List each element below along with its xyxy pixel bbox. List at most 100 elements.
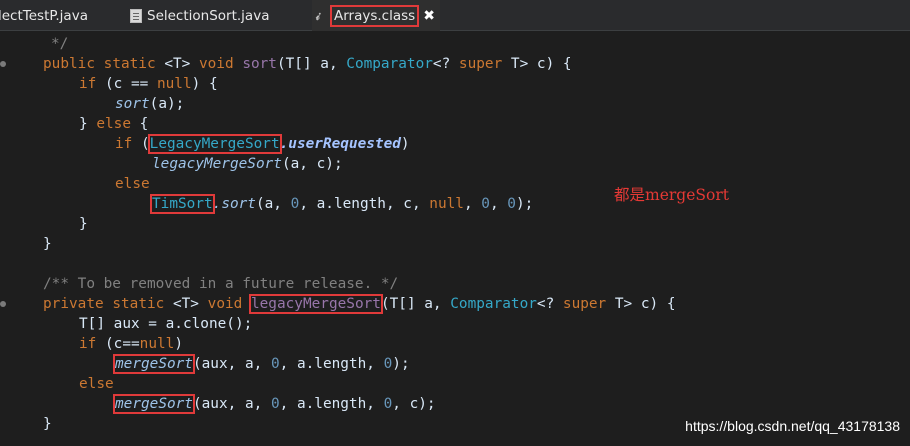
keyword: else xyxy=(96,116,131,132)
keyword: else xyxy=(79,376,114,392)
null-literal: null xyxy=(429,196,464,212)
comment-text: */ xyxy=(51,36,69,52)
number-literal: 0 xyxy=(270,396,280,412)
tab-label: Arrays.class xyxy=(329,4,420,27)
code-line: } xyxy=(79,214,88,234)
code-text: (c == xyxy=(96,76,157,92)
type-name: Comparator xyxy=(450,296,537,312)
code-line: sort(a); xyxy=(115,94,184,114)
java-file-icon xyxy=(130,8,142,23)
keyword: void xyxy=(198,56,234,72)
code-text: (T[] a, xyxy=(380,296,451,312)
highlighted-method-call: mergeSort xyxy=(113,394,195,414)
keyword: super xyxy=(562,296,607,312)
tab-arrays-class[interactable]: 𝒾 Arrays.class ✖ xyxy=(312,0,440,31)
method-name: sort xyxy=(242,56,277,72)
code-line: mergeSort(aux, a, 0, a.length, 0, c); xyxy=(113,394,436,414)
code-line: mergeSort(aux, a, 0, a.length, 0); xyxy=(113,354,410,374)
annotation-note: 都是mergeSort xyxy=(614,186,729,204)
code-line: TimSort.sort(a, 0, a.length, c, null, 0,… xyxy=(150,194,534,214)
highlighted-method-name: legacyMergeSort xyxy=(248,294,383,314)
number-literal: 0 xyxy=(507,196,516,212)
code-line: } xyxy=(43,234,52,254)
code-text: T[] aux = a.clone(); xyxy=(79,316,253,332)
code-line: T[] aux = a.clone(); xyxy=(79,314,252,334)
code-text: , c); xyxy=(392,396,436,412)
code-line: } xyxy=(43,414,52,434)
override-marker-icon xyxy=(0,301,6,307)
method-call: .sort xyxy=(212,196,256,212)
method-call: legacyMergeSort xyxy=(152,156,282,172)
editor-tab-bar: lectTestP.java SelectionSort.java 𝒾 Arra… xyxy=(0,0,910,31)
keyword: if xyxy=(79,76,97,92)
code-text: } xyxy=(79,216,88,232)
null-literal: null xyxy=(156,76,192,92)
code-line: public static <T> void sort(T[] a, Compa… xyxy=(43,54,572,74)
class-file-icon: 𝒾 xyxy=(316,8,320,23)
code-text: (a, xyxy=(255,196,291,212)
code-line: */ xyxy=(51,34,68,54)
keyword: private xyxy=(43,296,104,312)
code-text: (a); xyxy=(149,96,185,112)
code-editor[interactable]: */ public static <T> void sort(T[] a, Co… xyxy=(0,32,910,446)
code-text: , a.length, c, xyxy=(299,196,430,212)
keyword: public xyxy=(43,56,95,72)
code-text: <? xyxy=(536,296,563,312)
code-text: (T[] a, xyxy=(276,56,347,72)
number-literal: 0 xyxy=(290,196,300,212)
code-line: if (c == null) { xyxy=(79,74,218,94)
code-line: } else { xyxy=(79,114,148,134)
code-text: ( xyxy=(132,136,150,152)
code-line: if (LegacyMergeSort.userRequested) xyxy=(115,134,410,154)
keyword: if xyxy=(79,336,97,352)
code-text: } xyxy=(43,416,52,432)
keyword: if xyxy=(115,136,133,152)
code-line: else xyxy=(79,374,114,394)
null-literal: null xyxy=(139,336,175,352)
keyword: void xyxy=(207,296,243,312)
comment-text: /** To be removed in a future release. *… xyxy=(43,276,399,292)
code-line: private static <T> void legacyMergeSort(… xyxy=(43,294,676,314)
code-text: (aux, a, xyxy=(192,356,271,372)
highlighted-method-call: mergeSort xyxy=(113,354,195,374)
code-text: ); xyxy=(392,356,410,372)
code-text: (c== xyxy=(96,336,140,352)
number-literal: 0 xyxy=(481,196,490,212)
tab-selecttestp[interactable]: lectTestP.java xyxy=(0,0,118,31)
number-literal: 0 xyxy=(383,356,393,372)
code-text: , xyxy=(489,196,508,212)
code-text: T> c) { xyxy=(606,296,676,312)
number-literal: 0 xyxy=(383,396,393,412)
highlighted-type-name: LegacyMergeSort xyxy=(147,134,282,154)
close-icon[interactable]: ✖ xyxy=(423,8,435,24)
watermark: https://blog.csdn.net/qq_43178138 xyxy=(685,418,900,434)
tab-selectionsort[interactable]: SelectionSort.java xyxy=(130,0,310,31)
type-param: <T> xyxy=(164,56,191,72)
keyword: static xyxy=(112,296,165,312)
code-text: , xyxy=(463,196,482,212)
code-text: (aux, a, xyxy=(192,396,271,412)
code-text: <? xyxy=(432,56,459,72)
highlighted-type-name: TimSort xyxy=(150,194,215,214)
keyword: super xyxy=(458,56,503,72)
code-line: else xyxy=(115,174,150,194)
keyword: else xyxy=(115,176,150,192)
code-text: ) { xyxy=(191,76,218,92)
type-name: Comparator xyxy=(346,56,433,72)
code-line: if (c==null) xyxy=(79,334,183,354)
tab-label: SelectionSort.java xyxy=(147,7,270,24)
code-text: } xyxy=(43,236,52,252)
code-text: ) xyxy=(174,336,183,352)
code-text: } xyxy=(79,116,97,132)
code-text: ) xyxy=(400,136,410,152)
code-text: (a, c); xyxy=(281,156,343,172)
code-text: T> c) { xyxy=(502,56,572,72)
code-text: , a.length, xyxy=(279,396,384,412)
method-call: sort xyxy=(115,96,150,112)
code-line: /** To be removed in a future release. *… xyxy=(43,274,398,294)
type-param: <T> xyxy=(172,296,199,312)
field-name: .userRequested xyxy=(279,136,401,152)
code-text: ); xyxy=(515,196,534,212)
code-text: , a.length, xyxy=(279,356,384,372)
code-line: legacyMergeSort(a, c); xyxy=(152,154,343,174)
